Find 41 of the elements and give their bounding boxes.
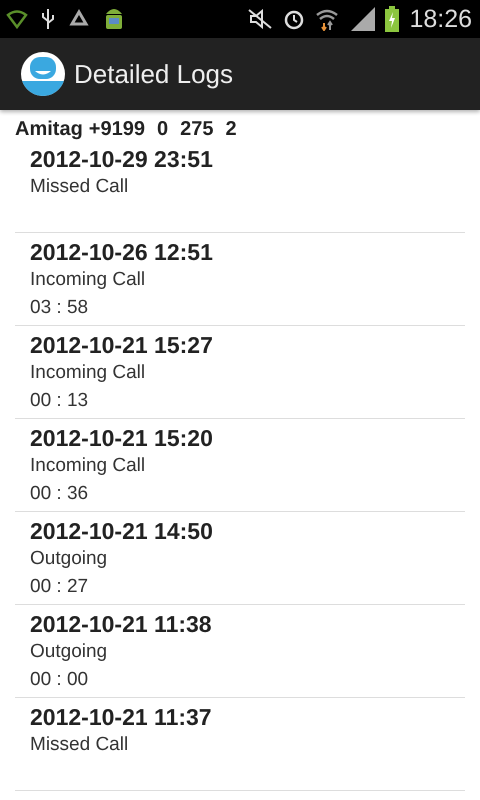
call-type: Missed Call <box>30 733 130 757</box>
call-datetime: 2012-10-29 23:51 <box>30 145 214 173</box>
clock-time: 18:26 <box>409 4 472 34</box>
wifi-shield-icon <box>6 8 28 30</box>
call-datetime: 2012-10-21 14:50 <box>30 517 214 545</box>
call-datetime: 2012-10-21 15:20 <box>30 424 214 452</box>
call-datetime: 2012-10-21 11:38 <box>30 610 213 638</box>
call-type: Outgoing <box>30 640 108 664</box>
wifi-icon <box>315 7 340 31</box>
screen-title: Detailed Logs <box>74 58 233 90</box>
contact-summary-text: Amitag <box>15 118 83 141</box>
call-duration: 00 : 13 <box>30 389 90 413</box>
call-duration: 00 : 27 <box>30 575 90 599</box>
call-log-item[interactable]: 2012-10-29 23:51 Missed Call <box>15 141 465 233</box>
call-log-item[interactable]: 2012-10-21 11:37 Missed Call <box>15 699 465 791</box>
call-type: Outgoing <box>30 547 108 571</box>
contact-summary-text: 0 <box>156 118 168 141</box>
contact-summary-text: 2 <box>225 118 237 141</box>
call-log-item[interactable]: 2012-10-21 15:27 Incoming Call 00 : 13 <box>15 327 465 419</box>
signal-icon <box>349 7 376 31</box>
usb-icon <box>40 7 56 31</box>
call-datetime: 2012-10-26 12:51 <box>30 238 214 266</box>
call-log-item[interactable]: 2012-10-21 11:38 Outgoing 00 : 00 <box>15 606 465 698</box>
contact-summary-text: +9199 <box>88 118 145 141</box>
call-log-item[interactable]: 2012-10-21 14:50 Outgoing 00 : 27 <box>15 513 465 605</box>
call-type: Missed Call <box>30 175 130 199</box>
battery-icon <box>385 6 400 32</box>
call-duration: 03 : 58 <box>30 296 90 320</box>
call-log-item[interactable]: 2012-10-26 12:51 Incoming Call 03 : 58 <box>15 234 465 326</box>
call-datetime: 2012-10-21 15:27 <box>30 331 214 359</box>
call-type: Incoming Call <box>30 454 146 478</box>
contact-summary-text: 275 <box>180 118 214 141</box>
call-datetime: 2012-10-21 11:37 <box>30 703 213 731</box>
call-log-item[interactable]: 2012-10-21 15:20 Incoming Call 00 : 36 <box>15 420 465 512</box>
mute-icon <box>247 8 274 30</box>
app-logo-icon <box>20 51 66 97</box>
alarm-clock-icon <box>283 8 306 30</box>
call-type: Incoming Call <box>30 268 146 292</box>
call-duration: 00 : 00 <box>30 668 90 692</box>
call-type: Incoming Call <box>30 361 146 385</box>
call-duration: 00 : 36 <box>30 482 90 506</box>
